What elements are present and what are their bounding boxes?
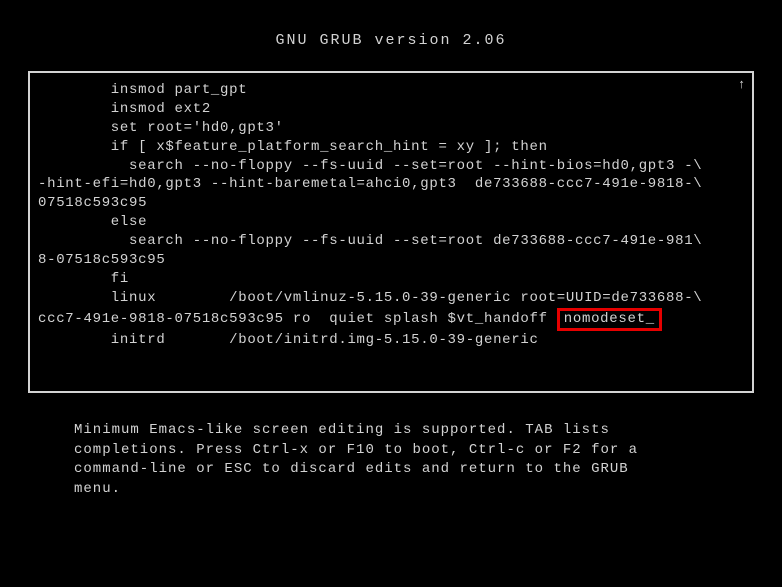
help-line: command-line or ESC to discard edits and…: [74, 460, 708, 480]
code-line-pre-highlight: ccc7-491e-9818-07518c593c95 ro quiet spl…: [38, 311, 557, 327]
code-line: set root='hd0,gpt3': [38, 120, 284, 136]
code-line: -hint-efi=hd0,gpt3 --hint-baremetal=ahci…: [38, 176, 702, 192]
grub-title: GNU GRUB version 2.06: [0, 0, 782, 71]
help-line: completions. Press Ctrl-x or F10 to boot…: [74, 441, 708, 461]
code-line: initrd /boot/initrd.img-5.15.0-39-generi…: [38, 332, 539, 348]
help-text: Minimum Emacs-like screen editing is sup…: [74, 421, 708, 499]
code-line: search --no-floppy --fs-uuid --set=root …: [38, 233, 702, 249]
code-line: linux /boot/vmlinuz-5.15.0-39-generic ro…: [38, 290, 702, 306]
code-line: search --no-floppy --fs-uuid --set=root …: [38, 158, 702, 174]
editor-content[interactable]: insmod part_gpt insmod ext2 set root='hd…: [38, 81, 748, 350]
code-line: insmod ext2: [38, 101, 211, 117]
highlighted-param: nomodeset_: [557, 308, 662, 332]
grub-editor[interactable]: ↑ insmod part_gpt insmod ext2 set root='…: [28, 71, 754, 393]
help-line: Minimum Emacs-like screen editing is sup…: [74, 421, 708, 441]
code-line: else: [38, 214, 147, 230]
code-line: 07518c593c95: [38, 195, 147, 211]
code-line: fi: [38, 271, 129, 287]
code-line: if [ x$feature_platform_search_hint = xy…: [38, 139, 548, 155]
code-line: 8-07518c593c95: [38, 252, 165, 268]
help-line: menu.: [74, 480, 708, 500]
scroll-up-icon: ↑: [738, 77, 746, 92]
code-line: insmod part_gpt: [38, 82, 247, 98]
